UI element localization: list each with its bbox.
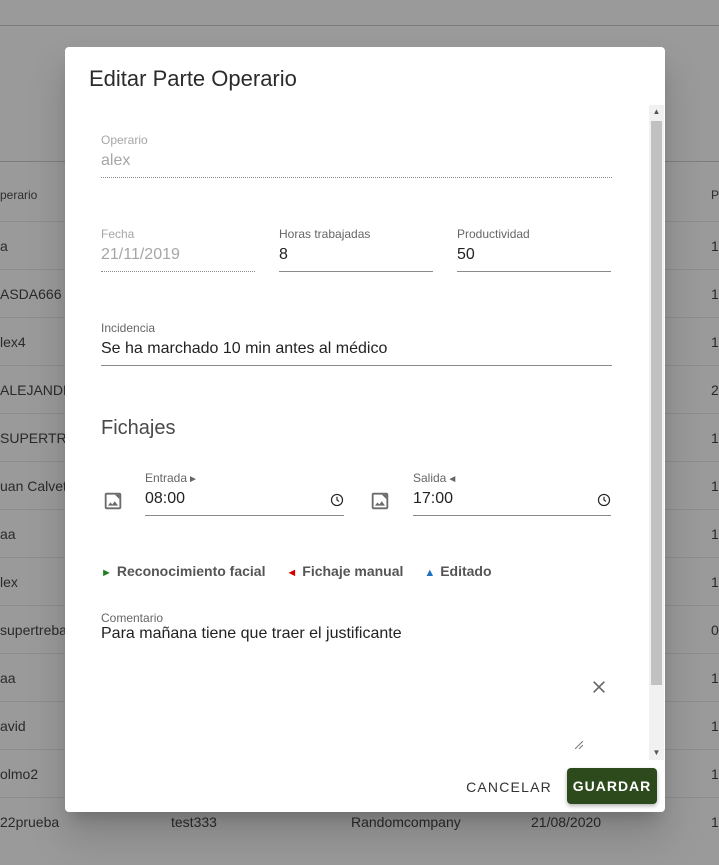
legend-label: Reconocimiento facial	[116, 563, 266, 579]
fichajes-title: Fichajes	[101, 417, 176, 439]
table-cell: avid	[0, 718, 26, 734]
dialog-title: Editar Parte Operario	[89, 66, 297, 91]
clock-icon[interactable]	[597, 493, 611, 507]
legend-item-editado: ▲ Editado	[424, 563, 491, 579]
table-cell: test333	[171, 814, 217, 830]
table-cell: 1	[711, 430, 719, 446]
comentario-value[interactable]: Para mañana tiene que traer el justifica…	[101, 625, 402, 643]
toolbar-divider	[0, 25, 719, 26]
incidencia-input[interactable]: Incidencia Se ha marchado 10 min antes a…	[101, 321, 612, 366]
table-cell: Randomcompany	[351, 814, 461, 830]
scroll-down-arrow-icon[interactable]: ▼	[649, 746, 664, 760]
incidencia-label: Incidencia	[101, 321, 156, 335]
red-triangle-icon: ◄	[286, 567, 298, 579]
table-cell: uan Calvet	[0, 478, 67, 494]
table-cell: 1	[711, 766, 719, 782]
salida-label-text: Salida	[413, 471, 447, 485]
table-cell: 1	[711, 238, 719, 254]
operario-underline	[101, 177, 612, 178]
fecha-label: Fecha	[101, 227, 135, 241]
legend-item-facial: ► Reconocimiento facial	[101, 563, 265, 579]
fecha-value: 21/11/2019	[101, 246, 180, 263]
table-cell: 1	[711, 286, 719, 302]
dialog-content: Operario alex Fecha 21/11/2019 Horas tra…	[65, 105, 665, 760]
salida-underline	[413, 515, 611, 516]
table-cell: supertreba	[0, 622, 67, 638]
incidencia-underline	[101, 365, 612, 366]
entrada-label-text: Entrada	[145, 471, 188, 485]
legend-label: Editado	[440, 563, 492, 579]
table-cell: olmo2	[0, 766, 39, 782]
table-cell: ALEJANDR	[0, 382, 74, 398]
content-scrollbar[interactable]: ▲ ▼	[649, 105, 664, 760]
clock-icon[interactable]	[330, 493, 344, 507]
image-icon[interactable]	[102, 490, 124, 512]
resize-handle-icon[interactable]	[575, 741, 583, 749]
salida-label: Salida◄	[413, 471, 457, 485]
entrada-value[interactable]: 08:00	[145, 490, 185, 508]
fecha-field: Fecha 21/11/2019	[101, 227, 255, 272]
operario-field: Operario alex	[101, 133, 612, 178]
entrada-underline	[145, 515, 344, 516]
save-button[interactable]: GUARDAR	[567, 768, 657, 804]
blue-triangle-icon: ▲	[424, 567, 436, 579]
fichaje-legend: ► Reconocimiento facial ◄ Fichaje manual ▲…	[101, 563, 509, 579]
horas-value[interactable]: 8	[279, 246, 288, 264]
table-cell: lex4	[0, 334, 26, 350]
table-header-p: P	[711, 188, 719, 202]
table-header-operario: perario	[0, 188, 38, 202]
operario-label: Operario	[101, 133, 148, 147]
incidencia-value[interactable]: Se ha marchado 10 min antes al médico	[101, 340, 387, 358]
fecha-underline	[101, 271, 255, 272]
table-cell: 1	[711, 814, 719, 830]
entrada-time-input[interactable]: Entrada► 08:00	[145, 471, 344, 516]
green-triangle-icon: ►	[101, 567, 112, 579]
table-cell: 0	[711, 622, 719, 638]
productividad-input[interactable]: Productividad 50	[457, 227, 611, 272]
operario-value: alex	[101, 152, 131, 169]
image-icon[interactable]	[369, 490, 391, 512]
entrada-marker: ►	[188, 474, 198, 485]
scroll-thumb[interactable]	[651, 121, 662, 685]
table-cell: 2	[711, 382, 719, 398]
table-cell: 21/08/2020	[531, 814, 602, 830]
close-icon[interactable]	[591, 679, 607, 695]
table-cell: a	[0, 238, 8, 254]
legend-item-manual: ◄ Fichaje manual	[286, 563, 403, 579]
table-cell: 1	[711, 670, 719, 686]
table-cell: 22prueba	[0, 814, 60, 830]
salida-value[interactable]: 17:00	[413, 490, 453, 508]
table-cell: aa	[0, 670, 16, 686]
edit-dialog: Editar Parte Operario Operario alex Fech…	[65, 47, 665, 812]
scroll-up-arrow-icon[interactable]: ▲	[649, 105, 664, 119]
table-cell: 1	[711, 718, 719, 734]
table-cell: 1	[711, 334, 719, 350]
table-cell: 1	[711, 526, 719, 542]
table-cell: 1	[711, 478, 719, 494]
productividad-underline	[457, 271, 611, 272]
comentario-label: Comentario	[101, 611, 164, 625]
salida-time-input[interactable]: Salida◄ 17:00	[413, 471, 611, 516]
table-cell: lex	[0, 574, 18, 590]
productividad-value[interactable]: 50	[457, 246, 475, 264]
horas-trabajadas-input[interactable]: Horas trabajadas 8	[279, 227, 433, 272]
cancel-button[interactable]: CANCELAR	[461, 770, 557, 804]
salida-marker: ◄	[447, 474, 458, 485]
horas-label: Horas trabajadas	[279, 227, 371, 241]
productividad-label: Productividad	[457, 227, 530, 241]
table-cell: 1	[711, 574, 719, 590]
legend-label: Fichaje manual	[302, 563, 404, 579]
table-cell: ASDA666	[0, 286, 62, 302]
entrada-label: Entrada►	[145, 471, 198, 485]
horas-underline	[279, 271, 433, 272]
table-cell: aa	[0, 526, 16, 542]
comentario-textarea[interactable]: Comentario Para mañana tiene que traer e…	[101, 611, 581, 751]
